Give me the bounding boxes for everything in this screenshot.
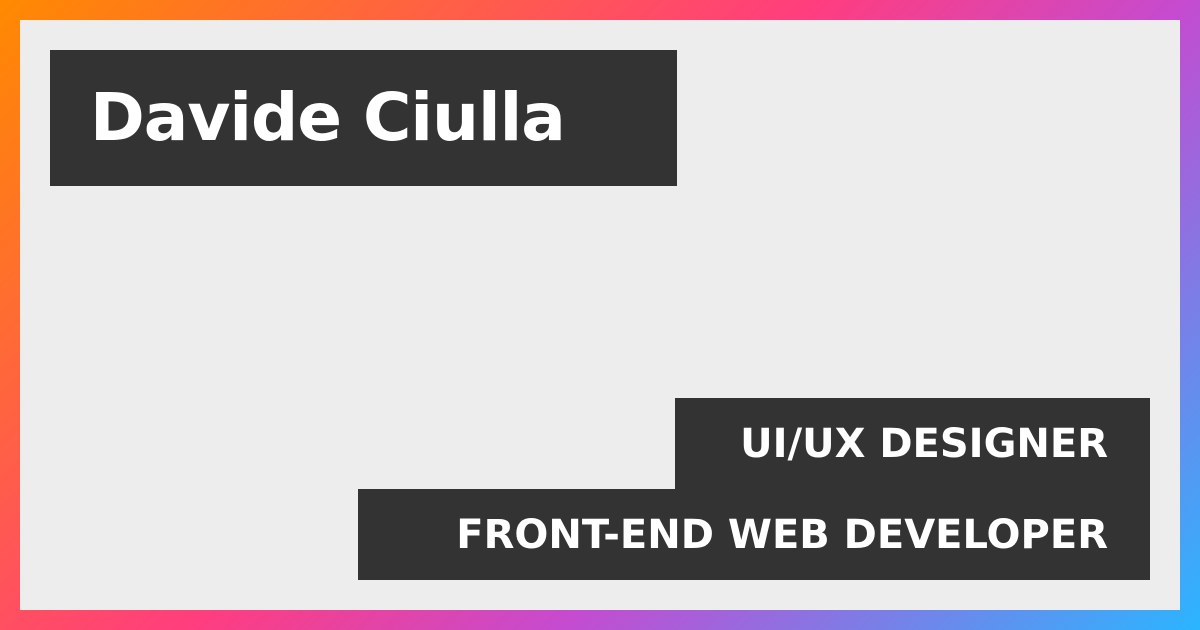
role-title-designer: UI/UX DESIGNER — [740, 421, 1108, 467]
card-canvas: Davide Ciulla UI/UX DESIGNER FRONT-END W… — [20, 20, 1180, 610]
gradient-border-frame: Davide Ciulla UI/UX DESIGNER FRONT-END W… — [0, 0, 1200, 630]
role-title-developer: FRONT-END WEB DEVELOPER — [456, 511, 1108, 558]
person-name: Davide Ciulla — [90, 79, 566, 156]
role-banner-developer: FRONT-END WEB DEVELOPER — [358, 489, 1150, 580]
role-banner-designer: UI/UX DESIGNER — [675, 398, 1150, 490]
name-banner: Davide Ciulla — [50, 50, 677, 186]
